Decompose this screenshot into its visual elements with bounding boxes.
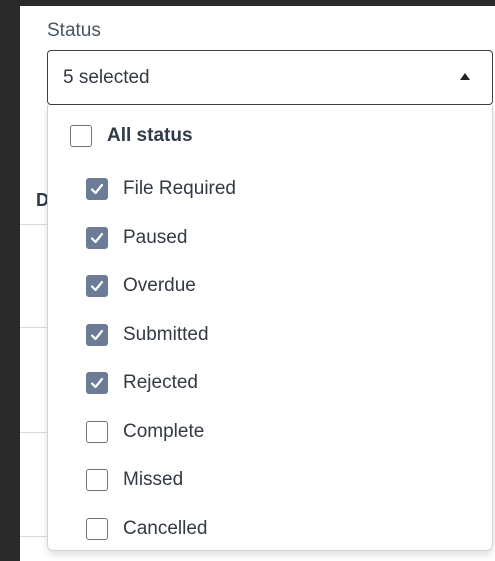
option-label: Submitted [123,323,209,345]
option-rejected[interactable]: Rejected [48,364,492,404]
checkbox-complete[interactable] [86,420,108,443]
status-select[interactable]: 5 selected [47,50,493,105]
option-label: File Required [123,178,236,199]
option-overdue[interactable]: Overdue [48,267,492,307]
option-label: Overdue [123,275,196,296]
option-complete[interactable]: Complete [48,413,492,453]
option-submitted[interactable]: Submitted [48,316,492,356]
checkmark-icon [90,280,104,292]
checkbox-file-required[interactable] [86,178,108,200]
checkbox-overdue[interactable] [86,275,108,297]
option-label: Complete [123,420,205,442]
checkbox-all-status[interactable] [70,125,92,147]
option-label: Paused [123,226,188,248]
caret-up-icon[interactable] [460,73,470,80]
option-paused[interactable]: Paused [48,219,492,259]
checkbox-missed[interactable] [86,469,108,491]
option-label: Cancelled [123,517,208,539]
status-dropdown-menu: All status File Required Paused Overdue Sub… [47,105,493,551]
checkbox-paused[interactable] [86,226,108,249]
checkmark-icon [90,183,104,195]
status-select-value: 5 selected [63,67,150,88]
checkmark-icon [90,377,104,389]
checkbox-cancelled[interactable] [86,517,108,540]
option-cancelled[interactable]: Cancelled [48,510,492,550]
option-file-required[interactable]: File Required [48,170,492,210]
checkbox-rejected[interactable] [86,372,108,394]
status-filter-label: Status [47,20,101,41]
option-label: All status [107,125,193,146]
option-label: Missed [123,469,184,490]
option-missed[interactable]: Missed [48,461,492,501]
checkmark-icon [90,232,104,243]
checkbox-submitted[interactable] [86,323,108,346]
option-all-status[interactable]: All status [48,117,492,157]
option-label: Rejected [123,372,198,393]
checkmark-icon [90,329,104,340]
